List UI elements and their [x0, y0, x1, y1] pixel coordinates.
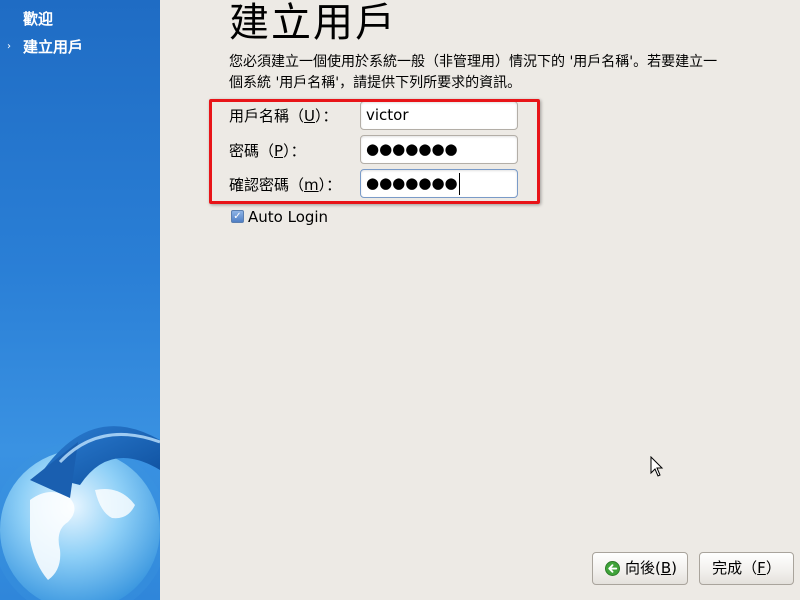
page-description: 您必須建立一個使用於系統一般（非管理用）情況下的 '用戶名稱'。若要建立一個系統…: [229, 54, 718, 91]
autologin-label: Auto Login: [248, 208, 329, 226]
mouse-pointer-icon: [650, 456, 664, 477]
highlight-annotation-box: [209, 99, 540, 204]
current-step-marker-icon: ›: [7, 41, 11, 52]
sidebar-item-label: 歡迎: [23, 10, 54, 28]
back-button-label: 向後(B): [625, 559, 678, 577]
globe-logo-icon: [0, 426, 160, 600]
setup-window: 歡迎 › 建立用戶 建立用戶 您必須建立一個使用於系統一般（非管理用）情況下的 …: [0, 0, 800, 600]
page-title: 建立用戶: [229, 0, 397, 46]
sidebar-item-welcome: 歡迎: [0, 6, 160, 32]
finish-button-label: 完成（F）: [712, 559, 781, 577]
back-button[interactable]: 向後(B): [592, 552, 688, 585]
back-arrow-icon: [605, 561, 620, 576]
autologin-checkbox[interactable]: ✓: [231, 210, 244, 223]
sidebar-item-create-user: › 建立用戶: [0, 34, 160, 60]
sidebar-item-label: 建立用戶: [23, 38, 84, 56]
sidebar: 歡迎 › 建立用戶: [0, 0, 160, 600]
finish-button[interactable]: 完成（F）: [699, 552, 794, 585]
